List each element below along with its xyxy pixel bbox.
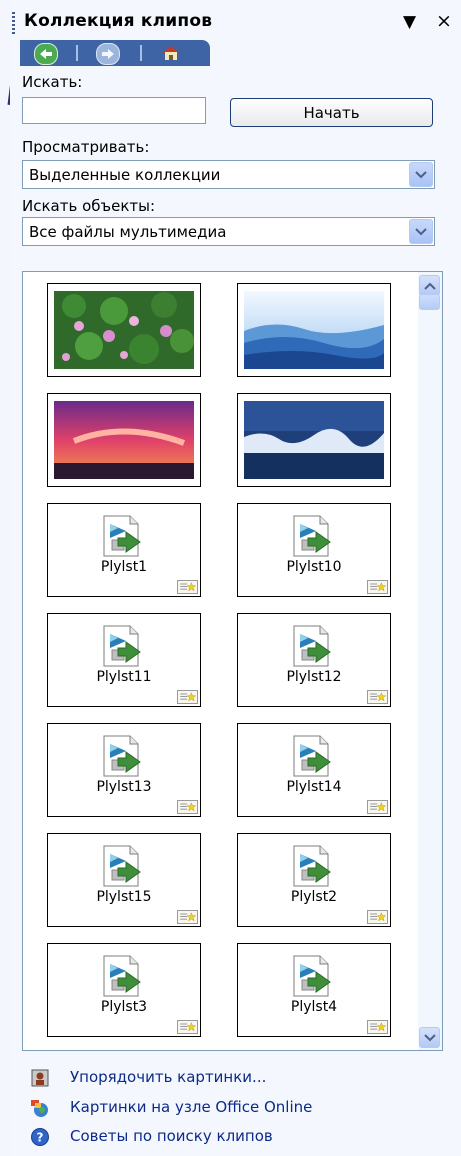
dropdown-button[interactable]	[409, 219, 433, 244]
scroll-up-button[interactable]	[419, 275, 440, 296]
media-type-select-value: Все файлы мультимедиа	[29, 223, 227, 241]
clip-thumbnail[interactable]	[237, 393, 391, 487]
star-badge-icon	[177, 800, 198, 814]
organizer-icon	[31, 1069, 49, 1087]
forward-button[interactable]	[96, 43, 120, 65]
home-icon	[163, 46, 179, 60]
playlist-file-icon	[293, 515, 331, 557]
pane-title-bar: Коллекция клипов ▼ ×	[10, 8, 461, 38]
clip-results-list[interactable]: Plylst1 Plylst10 Plylst11 Plylst12 Plylst13 P…	[22, 271, 443, 1051]
playlist-clip[interactable]: Plylst2	[237, 833, 391, 927]
browse-label: Просматривать:	[22, 138, 150, 156]
playlist-file-icon	[103, 955, 141, 997]
pane-menu-button[interactable]: ▼	[403, 12, 416, 32]
playlist-clip[interactable]: Plylst4	[237, 943, 391, 1037]
home-button[interactable]	[160, 43, 182, 63]
playlist-name: Plylst2	[290, 889, 338, 905]
pane-title: Коллекция клипов	[24, 11, 213, 31]
search-tips-label: Советы по поиску клипов	[70, 1127, 273, 1145]
back-arrow-icon	[40, 49, 52, 59]
clip-thumbnail[interactable]	[237, 283, 391, 377]
star-badge-icon	[367, 800, 388, 814]
playlist-clip[interactable]: Plylst12	[237, 613, 391, 707]
vertical-scrollbar[interactable]	[418, 272, 442, 1050]
office-online-label: Картинки на узле Office Online	[70, 1098, 313, 1116]
playlist-file-icon	[103, 625, 141, 667]
svg-text:?: ?	[37, 1131, 44, 1145]
playlist-clip[interactable]: Plylst14	[237, 723, 391, 817]
playlist-file-icon	[103, 845, 141, 887]
playlist-name: Plylst11	[96, 669, 152, 685]
star-badge-icon	[177, 690, 198, 704]
chevron-down-icon	[415, 227, 427, 235]
toolbar-separator	[140, 45, 142, 61]
playlist-clip[interactable]: Plylst3	[47, 943, 201, 1037]
star-badge-icon	[367, 1020, 388, 1034]
playlist-name: Plylst3	[100, 999, 148, 1015]
playlist-file-icon	[293, 735, 331, 777]
search-label: Искать:	[22, 73, 83, 91]
playlist-file-icon	[103, 735, 141, 777]
scroll-down-button[interactable]	[419, 1027, 440, 1048]
blue-hills-image	[244, 291, 384, 369]
star-badge-icon	[177, 580, 198, 594]
search-go-button[interactable]: Начать	[230, 98, 433, 127]
playlist-name: Plylst10	[286, 559, 342, 575]
help-icon: ?	[31, 1128, 49, 1146]
playlist-clip[interactable]: Plylst10	[237, 503, 391, 597]
search-input[interactable]	[22, 97, 206, 124]
star-badge-icon	[367, 690, 388, 704]
sunset-image	[54, 401, 194, 479]
playlist-file-icon	[293, 955, 331, 997]
collections-select[interactable]: Выделенные коллекции	[22, 160, 435, 189]
office-online-icon	[31, 1100, 48, 1117]
playlist-name: Plylst15	[96, 889, 152, 905]
back-button[interactable]	[34, 43, 58, 65]
playlist-name: Plylst12	[286, 669, 342, 685]
toolbar-separator	[76, 45, 78, 61]
clip-art-task-pane: Коллекция клипов ▼ × Искать: Начать Прос…	[0, 0, 461, 1156]
playlist-file-icon	[103, 515, 141, 557]
dropdown-button[interactable]	[409, 162, 433, 187]
playlist-name: Plylst13	[96, 779, 152, 795]
playlist-name: Plylst4	[290, 999, 338, 1015]
winter-image	[244, 401, 384, 479]
chevron-down-icon	[415, 170, 427, 178]
organize-clips-label: Упорядочить картинки...	[70, 1068, 267, 1086]
scroll-thumb[interactable]	[419, 294, 440, 310]
close-pane-button[interactable]: ×	[436, 10, 452, 32]
clip-thumbnail[interactable]	[47, 393, 201, 487]
star-badge-icon	[367, 580, 388, 594]
playlist-name: Plylst14	[286, 779, 342, 795]
chevron-down-icon	[423, 1033, 436, 1041]
star-badge-icon	[367, 910, 388, 924]
playlist-clip[interactable]: Plylst13	[47, 723, 201, 817]
playlist-clip[interactable]: Plylst11	[47, 613, 201, 707]
playlist-name: Plylst1	[100, 559, 148, 575]
playlist-clip[interactable]: Plylst1	[47, 503, 201, 597]
forward-arrow-icon	[102, 49, 114, 59]
star-badge-icon	[177, 1020, 198, 1034]
media-type-label: Искать объекты:	[22, 197, 156, 215]
chevron-up-icon	[423, 282, 436, 290]
water-lilies-image	[54, 291, 194, 369]
star-badge-icon	[177, 910, 198, 924]
clip-thumbnail[interactable]	[47, 283, 201, 377]
playlist-clip[interactable]: Plylst15	[47, 833, 201, 927]
media-type-select[interactable]: Все файлы мультимедиа	[22, 217, 435, 246]
playlist-file-icon	[293, 845, 331, 887]
grip-handle[interactable]	[12, 12, 15, 34]
navigation-toolbar	[20, 40, 210, 66]
collections-select-value: Выделенные коллекции	[29, 166, 221, 184]
playlist-file-icon	[293, 625, 331, 667]
